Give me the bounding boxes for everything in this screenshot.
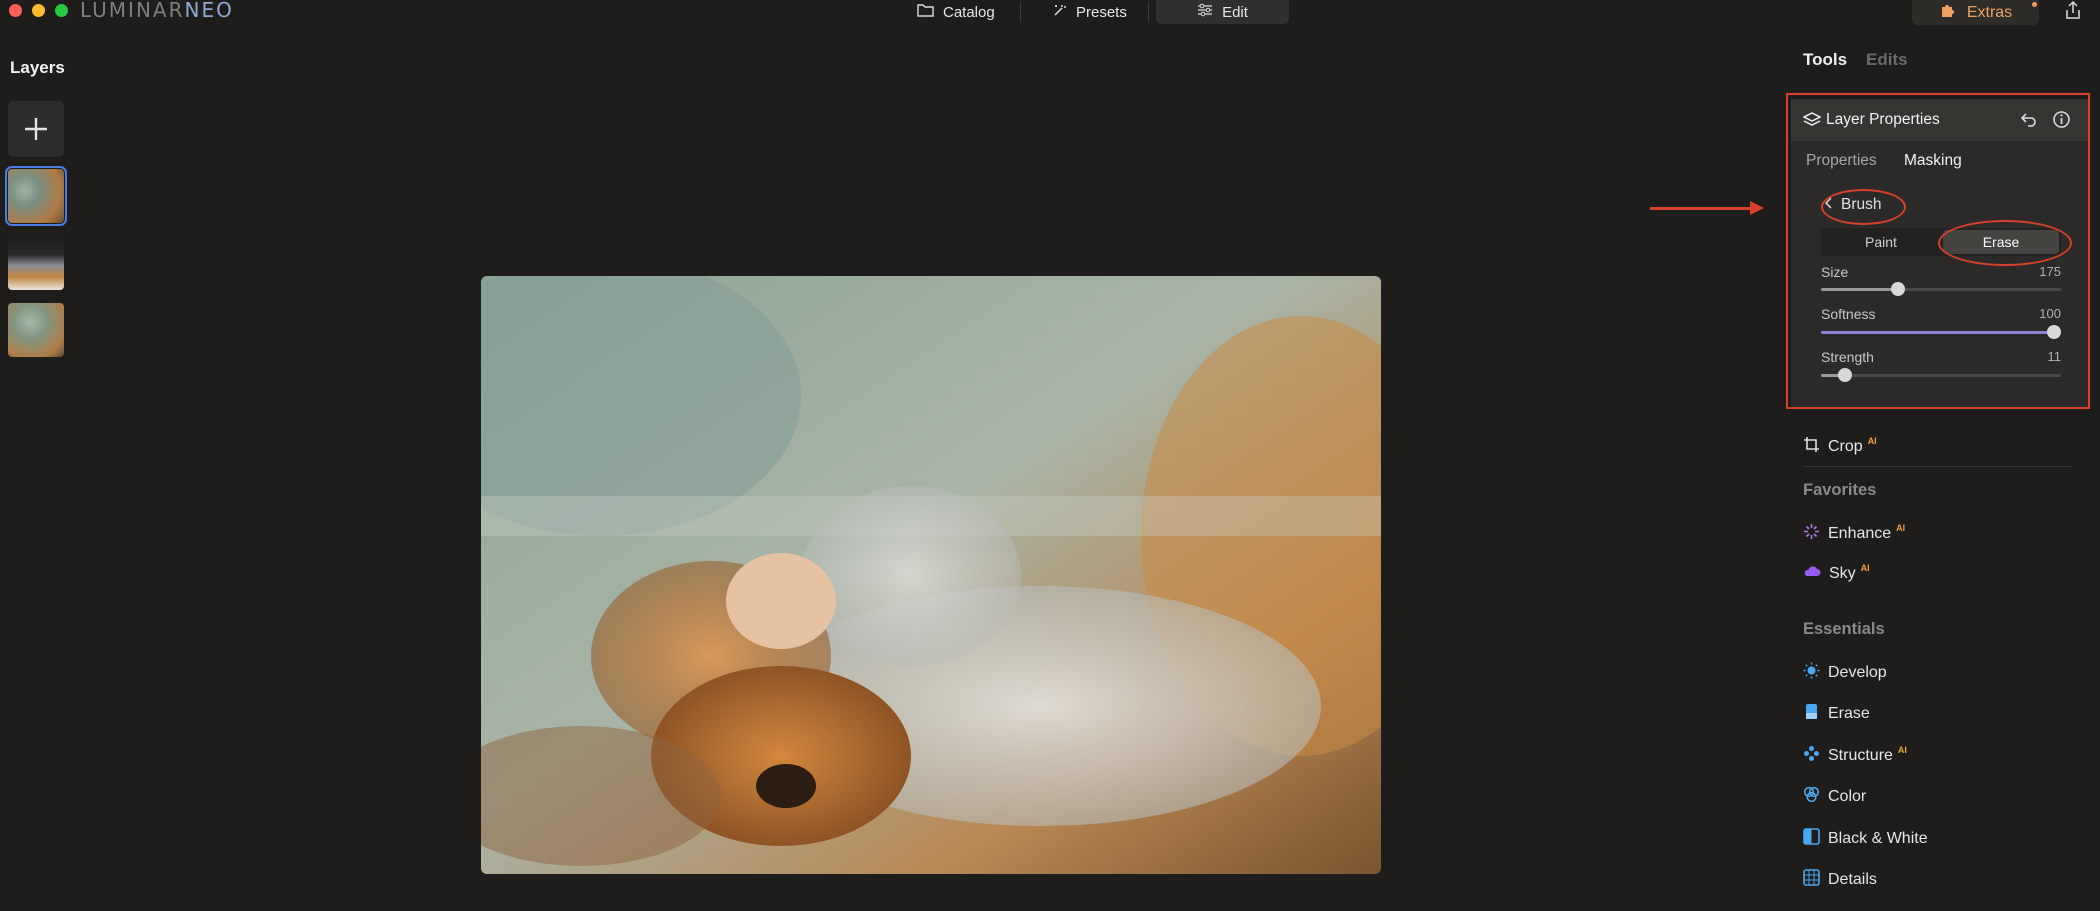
details-label: Details <box>1828 871 1877 888</box>
presets-label: Presets <box>1076 3 1127 21</box>
nav-divider <box>1148 2 1149 22</box>
presets-tab[interactable]: Presets <box>1040 0 1139 24</box>
sliders-icon <box>1197 3 1213 21</box>
enhance-label: Enhance <box>1828 525 1892 542</box>
divider <box>1803 466 2073 467</box>
layer-thumbnail-texture-selected[interactable] <box>5 166 67 226</box>
add-layer-button[interactable] <box>8 101 64 157</box>
puzzle-icon <box>1939 1 1957 24</box>
essentials-heading: Essentials <box>1803 620 1885 638</box>
tool-structure[interactable]: Structure AI <box>1803 745 1907 767</box>
details-grid-icon <box>1803 869 1820 891</box>
erase-label: Erase <box>1828 705 1870 722</box>
annotation-arrow-head <box>1750 201 1764 215</box>
nav-divider <box>1020 2 1021 22</box>
layer-thumbnail-texture[interactable] <box>8 303 64 357</box>
tool-erase[interactable]: Erase <box>1803 703 1870 725</box>
tool-color[interactable]: Color <box>1803 786 1866 808</box>
favorites-heading: Favorites <box>1803 481 1877 499</box>
cloud-icon <box>1803 564 1821 583</box>
notification-dot <box>2032 2 2037 7</box>
color-circles-icon <box>1803 786 1820 808</box>
crop-label: Crop <box>1828 438 1863 455</box>
plus-icon <box>25 118 47 140</box>
catalog-label: Catalog <box>943 3 995 21</box>
extras-button[interactable]: Extras <box>1912 0 2039 25</box>
folder-icon <box>917 3 934 21</box>
sky-ai-badge: AI <box>1860 562 1870 573</box>
black-white-icon <box>1803 828 1820 850</box>
tool-details[interactable]: Details <box>1803 869 1877 891</box>
tool-black-white[interactable]: Black & White <box>1803 828 1928 850</box>
layers-title: Layers <box>10 58 65 77</box>
color-label: Color <box>1828 788 1867 805</box>
tab-tools[interactable]: Tools <box>1803 50 1847 70</box>
tool-develop[interactable]: Develop <box>1803 662 1887 684</box>
annotation-erase-oval <box>1938 220 2072 266</box>
structure-ai-badge: AI <box>1897 745 1907 755</box>
structure-label: Structure <box>1828 747 1893 764</box>
photo-image <box>481 276 1381 874</box>
black-white-label: Black & White <box>1828 830 1928 847</box>
share-icon[interactable] <box>2064 0 2082 25</box>
extras-label: Extras <box>1966 3 2013 21</box>
annotation-arrow <box>1650 207 1754 210</box>
sparkle-icon <box>1052 3 1067 22</box>
layer-thumbnail-photo[interactable] <box>8 236 64 290</box>
crop-icon <box>1803 436 1820 458</box>
annotation-brush-oval <box>1821 189 1906 225</box>
tab-edits[interactable]: Edits <box>1866 50 1908 70</box>
sun-icon <box>1803 662 1820 684</box>
sky-label: Sky <box>1829 564 1856 582</box>
top-navigation: Catalog Presets Edit Extras <box>0 0 2100 26</box>
edit-label: Edit <box>1222 3 1248 21</box>
tool-enhance[interactable]: Enhance AI <box>1803 523 1905 545</box>
eraser-icon <box>1803 703 1820 725</box>
tool-crop[interactable]: Crop AI <box>1803 436 1877 458</box>
enhance-sparkle-icon <box>1803 523 1820 545</box>
crop-ai-badge: AI <box>1867 436 1877 446</box>
edit-tab[interactable]: Edit <box>1156 0 1289 24</box>
main-photo-canvas[interactable] <box>481 276 1381 874</box>
tool-sky[interactable]: Sky AI <box>1803 562 1870 583</box>
enhance-ai-badge: AI <box>1896 523 1906 533</box>
structure-icon <box>1803 745 1820 767</box>
develop-label: Develop <box>1828 664 1887 681</box>
catalog-tab[interactable]: Catalog <box>905 0 1007 24</box>
